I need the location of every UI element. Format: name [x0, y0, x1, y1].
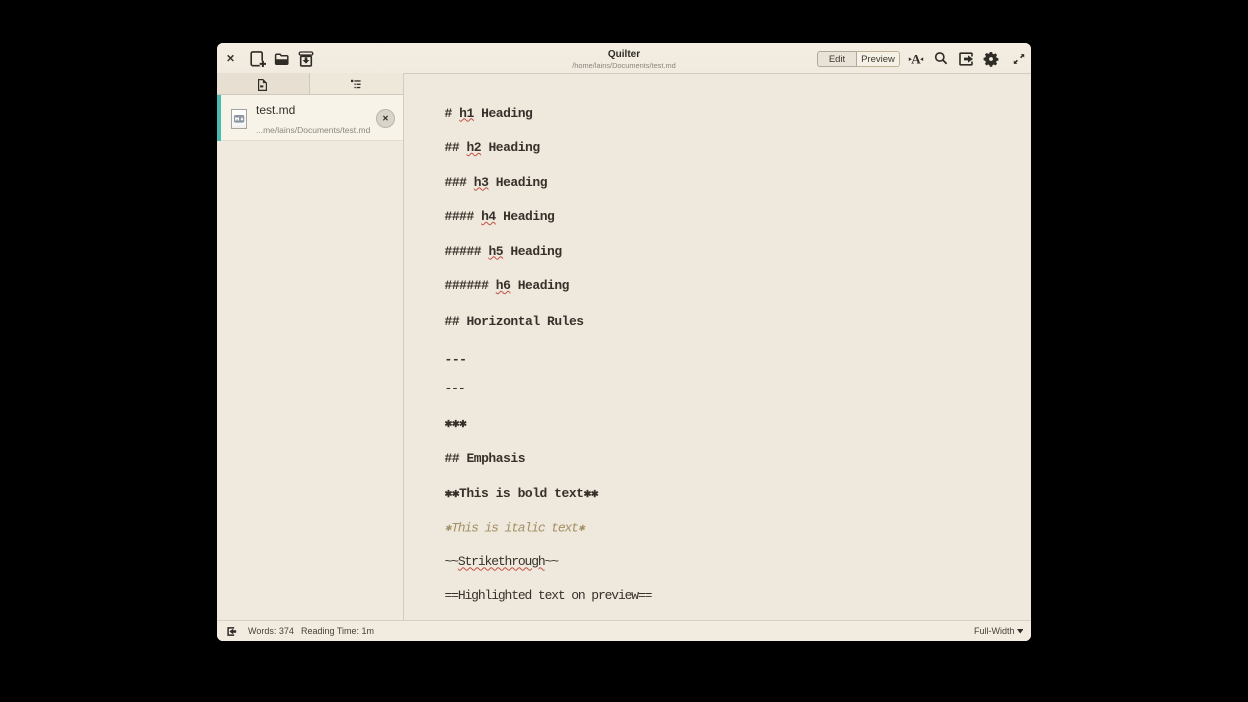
svg-text:A: A — [911, 52, 921, 67]
